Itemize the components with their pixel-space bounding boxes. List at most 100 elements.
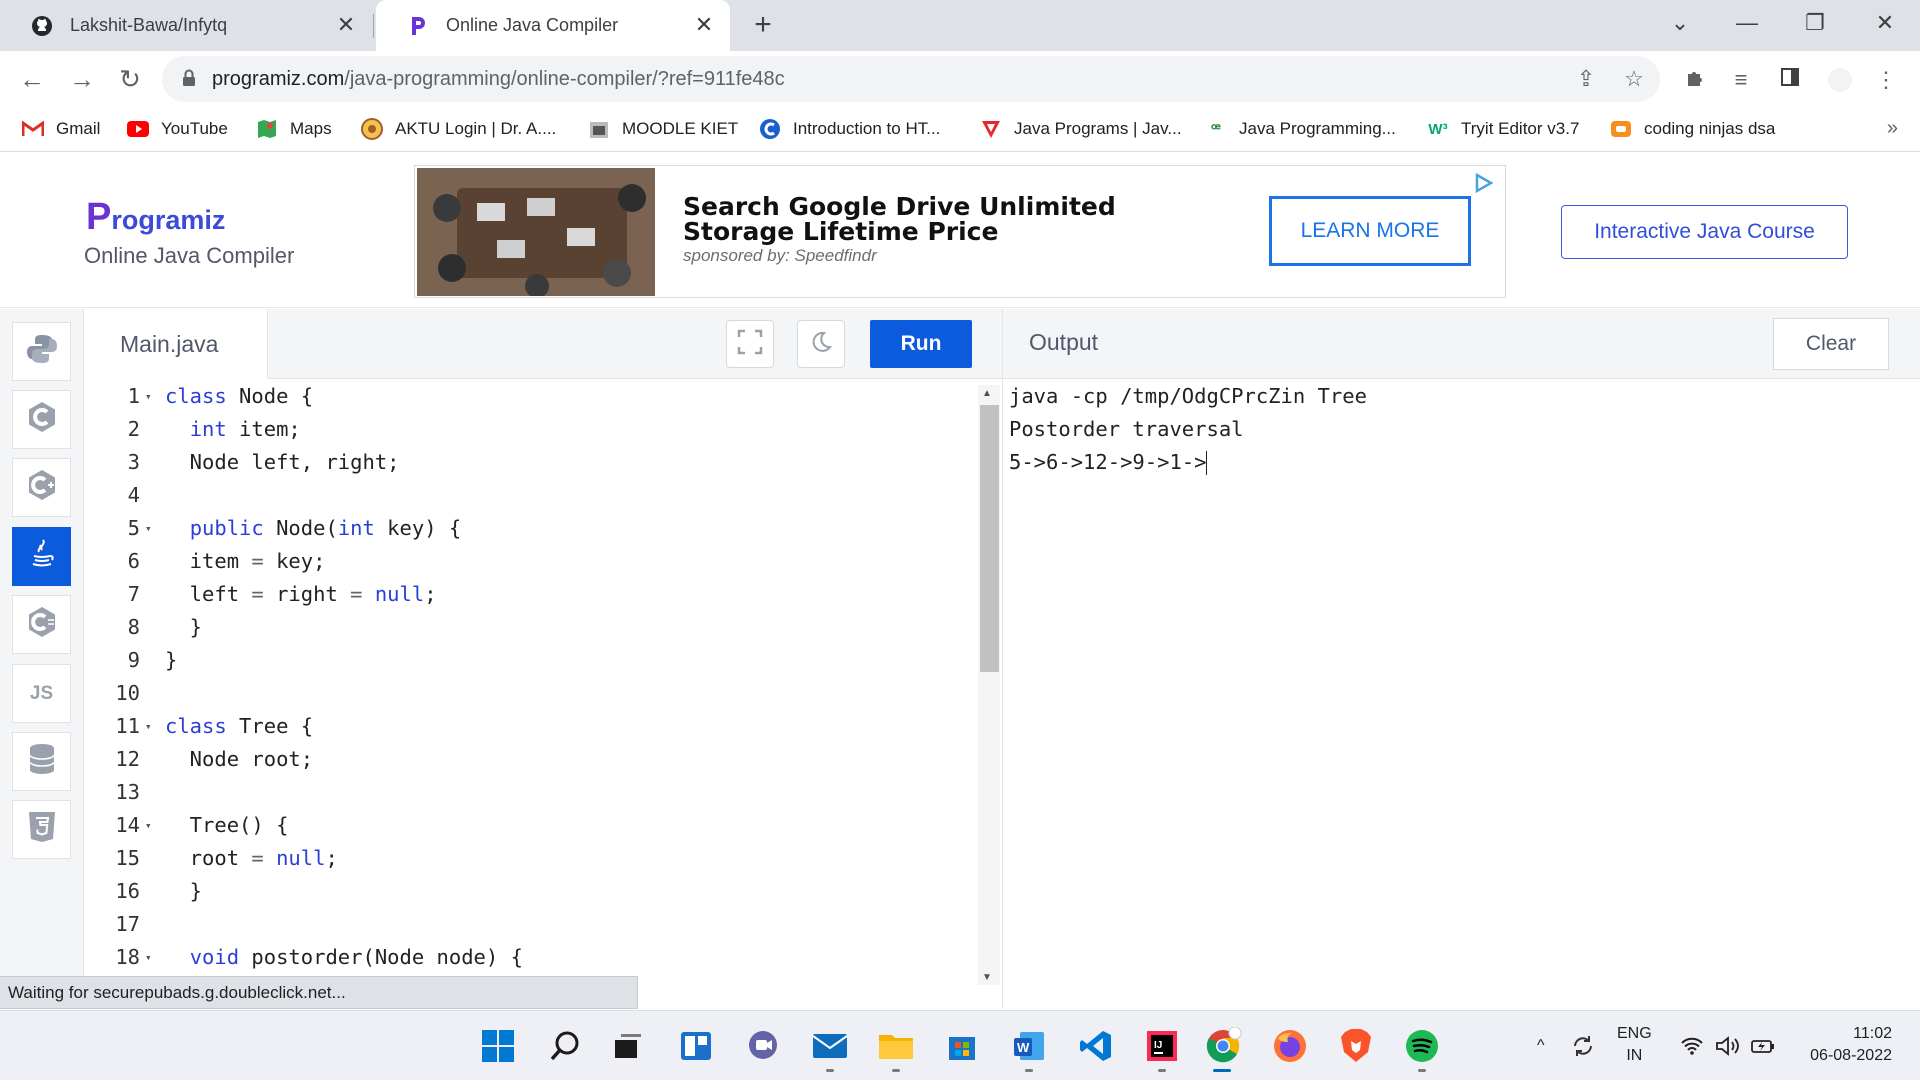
profile-avatar-icon[interactable] <box>1827 67 1853 93</box>
code-line[interactable]: 5 ▾ public Node(int key) { <box>85 512 975 545</box>
bookmark-intro-html[interactable]: Introduction to HT... <box>759 116 940 142</box>
fold-arrow-icon[interactable]: ▾ <box>145 710 152 743</box>
bookmark-maps[interactable]: Maps <box>256 116 332 142</box>
battery-charging-icon[interactable] <box>1750 1011 1776 1080</box>
output-console[interactable]: java -cp /tmp/OdgCPrcZin Tree Postorder … <box>1003 380 1920 1010</box>
brave-icon[interactable] <box>1336 1026 1376 1066</box>
bookmark-youtube[interactable]: YouTube <box>127 116 228 142</box>
code-line[interactable]: 16 } <box>85 875 975 908</box>
input-language-indicator[interactable]: ENG IN <box>1617 1023 1652 1067</box>
run-button[interactable]: Run <box>870 320 972 368</box>
dark-mode-button[interactable] <box>797 320 845 368</box>
restore-icon[interactable]: ❐ <box>1795 8 1835 38</box>
code-line[interactable]: 9} <box>85 644 975 677</box>
bookmark-star-icon[interactable]: ☆ <box>1622 67 1646 91</box>
fold-arrow-icon[interactable]: ▾ <box>145 941 152 974</box>
share-icon[interactable]: ⇪ <box>1574 67 1598 91</box>
code-line[interactable]: 17 <box>85 908 975 941</box>
bookmark-aktu[interactable]: AKTU Login | Dr. A.... <box>361 116 556 142</box>
intellij-icon[interactable]: IJ <box>1142 1026 1182 1066</box>
code-line[interactable]: 1 ▾ class Node { <box>85 380 975 413</box>
mail-icon[interactable] <box>810 1026 850 1066</box>
minimize-icon[interactable]: — <box>1727 8 1767 38</box>
reload-icon[interactable]: ↻ <box>114 63 146 95</box>
code-line[interactable]: 13 <box>85 776 975 809</box>
editor-scrollbar-thumb[interactable] <box>980 405 999 672</box>
code-line[interactable]: 3 Node left, right; <box>85 446 975 479</box>
fullscreen-button[interactable] <box>726 320 774 368</box>
python-language-button[interactable] <box>12 322 71 381</box>
clear-button[interactable]: Clear <box>1773 318 1889 370</box>
wifi-icon[interactable] <box>1680 1011 1704 1080</box>
menu-kebab-icon[interactable]: ⋮ <box>1873 67 1899 93</box>
bookmark-moodle[interactable]: MOODLE KIET <box>588 116 738 142</box>
code-line[interactable]: 18 ▾ void postorder(Node node) { <box>85 941 975 974</box>
code-line[interactable]: 15 root = null; <box>85 842 975 875</box>
firefox-icon[interactable] <box>1270 1026 1310 1066</box>
extensions-puzzle-icon[interactable] <box>1683 67 1709 93</box>
teams-chat-icon[interactable] <box>743 1026 783 1066</box>
scroll-down-arrow-icon[interactable]: ▼ <box>982 972 992 983</box>
bookmark-java-programs[interactable]: Java Programs | Jav... <box>980 116 1182 142</box>
html-language-button[interactable] <box>12 800 71 859</box>
media-control-icon[interactable]: ≡ <box>1728 67 1754 93</box>
code-line[interactable]: 10 <box>85 677 975 710</box>
file-tab-main-java[interactable]: Main.java <box>85 309 268 379</box>
code-editor[interactable]: 1 ▾ class Node {2 int item; 3 Node left, ri… <box>85 380 1002 1010</box>
advertisement-banner[interactable]: Search Google Drive Unlimited Storage Li… <box>414 165 1506 298</box>
c-language-button[interactable] <box>12 390 71 449</box>
volume-icon[interactable] <box>1715 1011 1741 1080</box>
javascript-language-button[interactable]: JS <box>12 664 71 723</box>
windows-start-icon[interactable] <box>478 1026 518 1066</box>
code-line[interactable]: 11 ▾ class Tree { <box>85 710 975 743</box>
fold-arrow-icon[interactable]: ▾ <box>145 380 152 413</box>
code-line[interactable]: 8 } <box>85 611 975 644</box>
side-panel-icon[interactable] <box>1777 67 1803 93</box>
csharp-language-button[interactable] <box>12 595 71 654</box>
code-line[interactable]: 12 Node root; <box>85 743 975 776</box>
tab-github[interactable]: Lakshit-Bawa/Infytq ✕ <box>0 0 372 51</box>
code-line[interactable]: 4 <box>85 479 975 512</box>
search-icon[interactable] <box>545 1026 585 1066</box>
fold-arrow-icon[interactable]: ▾ <box>145 809 152 842</box>
programiz-logo[interactable]: Programiz <box>86 198 225 236</box>
close-tab-icon[interactable]: ✕ <box>692 13 716 37</box>
cpp-language-button[interactable] <box>12 458 71 517</box>
code-line[interactable]: 7 left = right = null; <box>85 578 975 611</box>
bookmark-tryit-editor[interactable]: W³ Tryit Editor v3.7 <box>1427 116 1579 142</box>
widgets-icon[interactable] <box>676 1026 716 1066</box>
tab-online-java-compiler[interactable]: Online Java Compiler ✕ <box>376 0 730 51</box>
word-icon[interactable]: W <box>1009 1026 1049 1066</box>
forward-arrow-icon[interactable]: → <box>66 63 98 95</box>
back-arrow-icon[interactable]: ← <box>16 63 48 95</box>
sql-language-button[interactable] <box>12 732 71 791</box>
bookmark-gmail[interactable]: Gmail <box>22 116 100 142</box>
close-window-icon[interactable]: ✕ <box>1865 8 1905 38</box>
spotify-icon[interactable] <box>1402 1026 1442 1066</box>
code-line[interactable]: 2 int item; <box>85 413 975 446</box>
bookmark-java-programming[interactable]: ꟹ Java Programming... <box>1205 116 1396 142</box>
bookmark-coding-ninjas[interactable]: coding ninjas dsa <box>1610 116 1775 142</box>
interactive-java-course-button[interactable]: Interactive Java Course <box>1561 205 1848 259</box>
task-view-icon[interactable] <box>608 1026 648 1066</box>
scroll-up-arrow-icon[interactable]: ▲ <box>982 388 992 399</box>
code-line[interactable]: 6 item = key; <box>85 545 975 578</box>
adchoices-icon[interactable] <box>1473 172 1495 194</box>
address-bar[interactable]: programiz.com/java-programming/online-co… <box>162 56 1660 102</box>
chrome-icon[interactable] <box>1203 1026 1243 1066</box>
more-bookmarks-chevron-icon[interactable]: » <box>1887 117 1898 140</box>
new-tab-plus-icon[interactable]: + <box>748 10 778 40</box>
close-tab-icon[interactable]: ✕ <box>334 13 358 37</box>
system-clock[interactable]: 11:02 06-08-2022 <box>1810 1023 1892 1067</box>
vscode-icon[interactable] <box>1076 1026 1116 1066</box>
file-explorer-icon[interactable] <box>876 1026 916 1066</box>
line-number: 18 <box>115 945 140 969</box>
show-hidden-icons-chevron-icon[interactable]: ^ <box>1537 1011 1545 1080</box>
fold-arrow-icon[interactable]: ▾ <box>145 512 152 545</box>
learn-more-button[interactable]: LEARN MORE <box>1269 196 1471 266</box>
tab-search-chevron-icon[interactable]: ⌄ <box>1660 8 1700 38</box>
sync-icon[interactable] <box>1570 1011 1596 1080</box>
code-line[interactable]: 14 ▾ Tree() { <box>85 809 975 842</box>
java-language-button[interactable] <box>12 527 71 586</box>
microsoft-store-icon[interactable] <box>942 1026 982 1066</box>
